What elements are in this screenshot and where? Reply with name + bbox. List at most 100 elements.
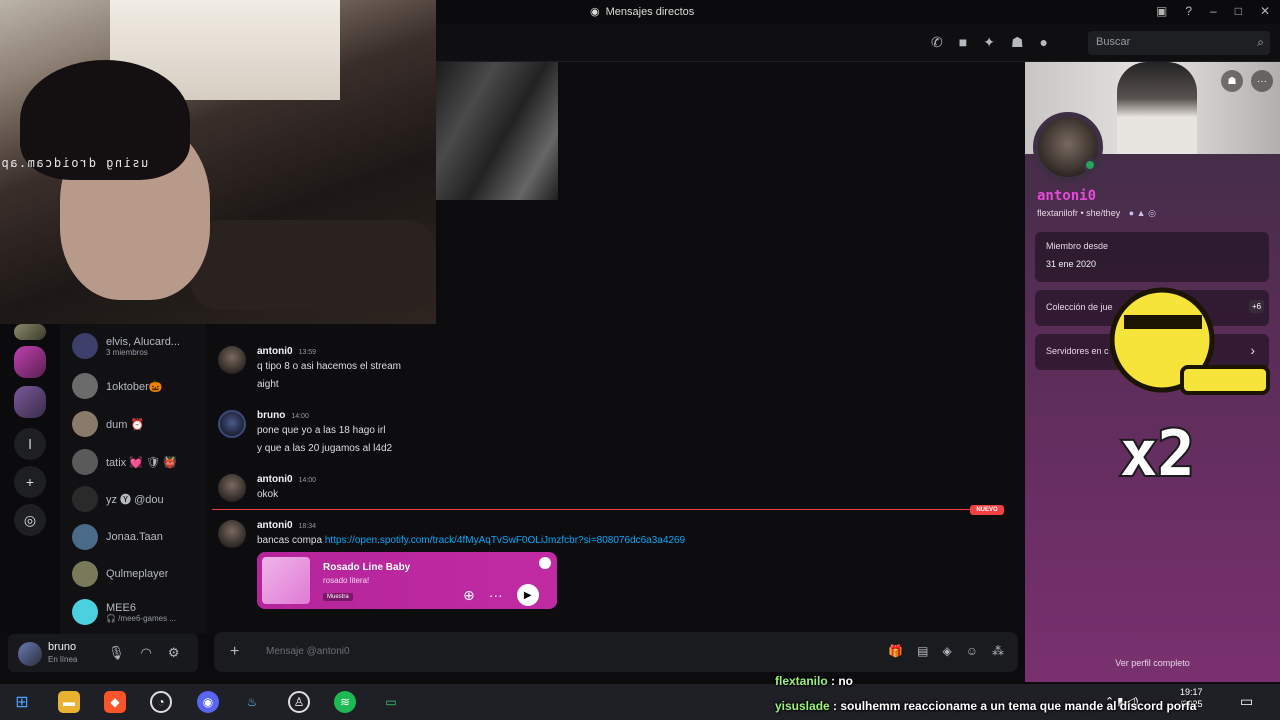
dm-name: yz 🅨 @dou [106, 494, 164, 506]
message-link[interactable]: https://open.spotify.com/track/4fMyAqTvS… [325, 535, 685, 546]
sticker-icon[interactable]: ◈ [943, 644, 952, 658]
dm-list-item[interactable]: MEE6 🎧 /mee6-games ... [72, 594, 206, 630]
spotify-icon[interactable]: ≋ [334, 691, 356, 713]
microphone-icon[interactable]: 🎙 [108, 645, 125, 661]
profile-more-button[interactable]: ··· [1251, 70, 1273, 92]
user-status: En línea [48, 655, 78, 664]
server-l-icon[interactable]: l [14, 428, 46, 460]
windows-start-icon[interactable]: ⊞ [11, 691, 33, 713]
message-input[interactable]: Mensaje @antoni0 [266, 646, 350, 657]
dm-list-item[interactable]: dum ⏰ [72, 406, 206, 442]
chat-image-attachment[interactable] [436, 62, 558, 200]
avatar[interactable] [218, 520, 246, 548]
new-badge: NUEVO [970, 505, 1004, 515]
help-icon[interactable]: ? [1185, 4, 1192, 18]
dm-text: tatix 💓 🛡 👹 [106, 456, 177, 469]
message-author[interactable]: antoni0 [257, 346, 293, 357]
apps-icon[interactable]: ⁂ [992, 644, 1004, 658]
gift-icon[interactable]: 🎁 [888, 644, 903, 658]
discover-icon[interactable]: ◎ [14, 504, 46, 536]
search-input[interactable]: Buscar ⌕ [1088, 31, 1270, 55]
message-author[interactable]: bruno [257, 410, 285, 421]
dm-name: tatix 💓 🛡 👹 [106, 456, 177, 469]
badge-icons: ● ▲ ◎ [1128, 208, 1156, 218]
close-button[interactable]: ✕ [1260, 4, 1270, 18]
file-explorer-icon[interactable]: ▬ [58, 691, 80, 713]
avatar[interactable] [218, 410, 246, 438]
server-icon[interactable] [14, 346, 46, 378]
dm-text: elvis, Alucard... 3 miembros [106, 336, 180, 357]
gif-icon[interactable]: ▤ [917, 644, 928, 658]
dm-name: Qulmeplayer [106, 568, 169, 580]
message-timestamp: 14:00 [298, 477, 317, 484]
avatar[interactable] [218, 474, 246, 502]
brave-browser-icon[interactable]: ◆ [104, 691, 126, 713]
discord-icon: ◉ [590, 6, 600, 18]
maximize-button[interactable]: □ [1235, 4, 1242, 18]
add-friend-button[interactable]: ☗ [1221, 70, 1243, 92]
add-server-icon[interactable]: + [14, 466, 46, 498]
spotify-logo-icon[interactable] [539, 557, 551, 569]
dm-list-item[interactable]: 1oktober🎃 [72, 368, 206, 404]
user-profile-icon[interactable]: ● [1040, 34, 1048, 51]
avatar [72, 486, 98, 512]
header-actions: ✆ ■ ✦ ☗ ● [931, 34, 1048, 51]
dm-list-item[interactable]: elvis, Alucard... 3 miembros [72, 328, 206, 364]
user-panel: bruno En línea 🎙 ◠ ⚙ [8, 634, 198, 672]
dm-text: Qulmeplayer [106, 568, 168, 580]
message-timestamp: 13:59 [298, 349, 317, 356]
more-options-icon[interactable]: ··· [489, 587, 503, 603]
message-author[interactable]: antoni0 [257, 520, 293, 531]
dm-subtitle: 3 miembros [106, 347, 148, 357]
server-icon[interactable] [14, 324, 46, 340]
video-call-icon[interactable]: ■ [959, 34, 967, 51]
play-button[interactable]: ▶ [516, 584, 539, 606]
avatar[interactable] [18, 642, 42, 666]
add-friends-icon[interactable]: ☗ [1011, 34, 1024, 51]
server-folder[interactable] [14, 386, 46, 418]
app-icon[interactable]: ♙ [288, 691, 310, 713]
chat-message[interactable]: antoni0 13:59 q tipo 8 o asi hacemos el st… [218, 346, 1008, 400]
discord-taskbar-icon[interactable]: ◉ [197, 691, 219, 713]
message-header: antoni0 13:59 [257, 346, 316, 357]
pin-icon[interactable]: ✦ [983, 34, 995, 51]
emoji-icon[interactable]: ☺ [966, 644, 978, 658]
message-header: antoni0 14:00 [257, 474, 316, 485]
voice-call-icon[interactable]: ✆ [931, 34, 943, 51]
avatar [72, 449, 98, 475]
dm-name: dum ⏰ [106, 418, 145, 431]
track-artist[interactable]: rosado litera! [323, 576, 369, 585]
steam-icon[interactable]: ♨ [241, 691, 263, 713]
chat-message[interactable]: bruno 14:00 pone que yo a las 18 hago irl y… [218, 410, 1008, 464]
notification-icon[interactable]: ▭ [1240, 693, 1253, 710]
minimize-button[interactable]: – [1210, 4, 1217, 18]
dm-text: Jonaa.Taan [106, 531, 163, 543]
dm-list-item[interactable]: yz 🅨 @dou [72, 481, 206, 517]
headphones-icon[interactable]: ◠ [141, 645, 152, 661]
attach-plus-icon[interactable]: + [230, 643, 239, 661]
stream-chat-user: yisuslade [775, 699, 830, 713]
view-full-profile-link[interactable]: Ver perfil completo [1025, 658, 1280, 668]
avatar [72, 561, 98, 587]
dm-list: elvis, Alucard... 3 miembros 1oktober🎃 dum … [60, 324, 206, 634]
inbox-icon[interactable]: ▣ [1156, 4, 1167, 18]
preview-tag: Muestra [323, 593, 353, 601]
message-text: y que a las 20 jugamos al l4d2 [257, 443, 393, 454]
dm-list-item[interactable]: Qulmeplayer [72, 556, 206, 592]
message-header: antoni0 18:34 [257, 520, 316, 531]
dm-list-item[interactable]: tatix 💓 🛡 👹 [72, 444, 206, 480]
spotify-embed[interactable]: Rosado Line Baby rosado litera! Muestra … [257, 552, 557, 609]
webcam-watermark: using droidcam.ap [0, 156, 149, 170]
dm-text: yz 🅨 @dou [106, 491, 164, 507]
settings-gear-icon[interactable]: ⚙ [168, 645, 180, 661]
avatar [72, 411, 98, 437]
add-track-icon[interactable]: ⊕ [463, 587, 475, 604]
avatar[interactable] [218, 346, 246, 374]
app-icon[interactable]: ▭ [380, 691, 402, 713]
dm-list-item[interactable]: Jonaa.Taan [72, 519, 206, 555]
track-title[interactable]: Rosado Line Baby [323, 562, 410, 573]
message-author[interactable]: antoni0 [257, 474, 293, 485]
obs-icon[interactable]: ◔ [150, 691, 172, 713]
username: bruno [48, 641, 77, 653]
dm-subtitle: 🎧 /mee6-games ... [106, 613, 176, 623]
